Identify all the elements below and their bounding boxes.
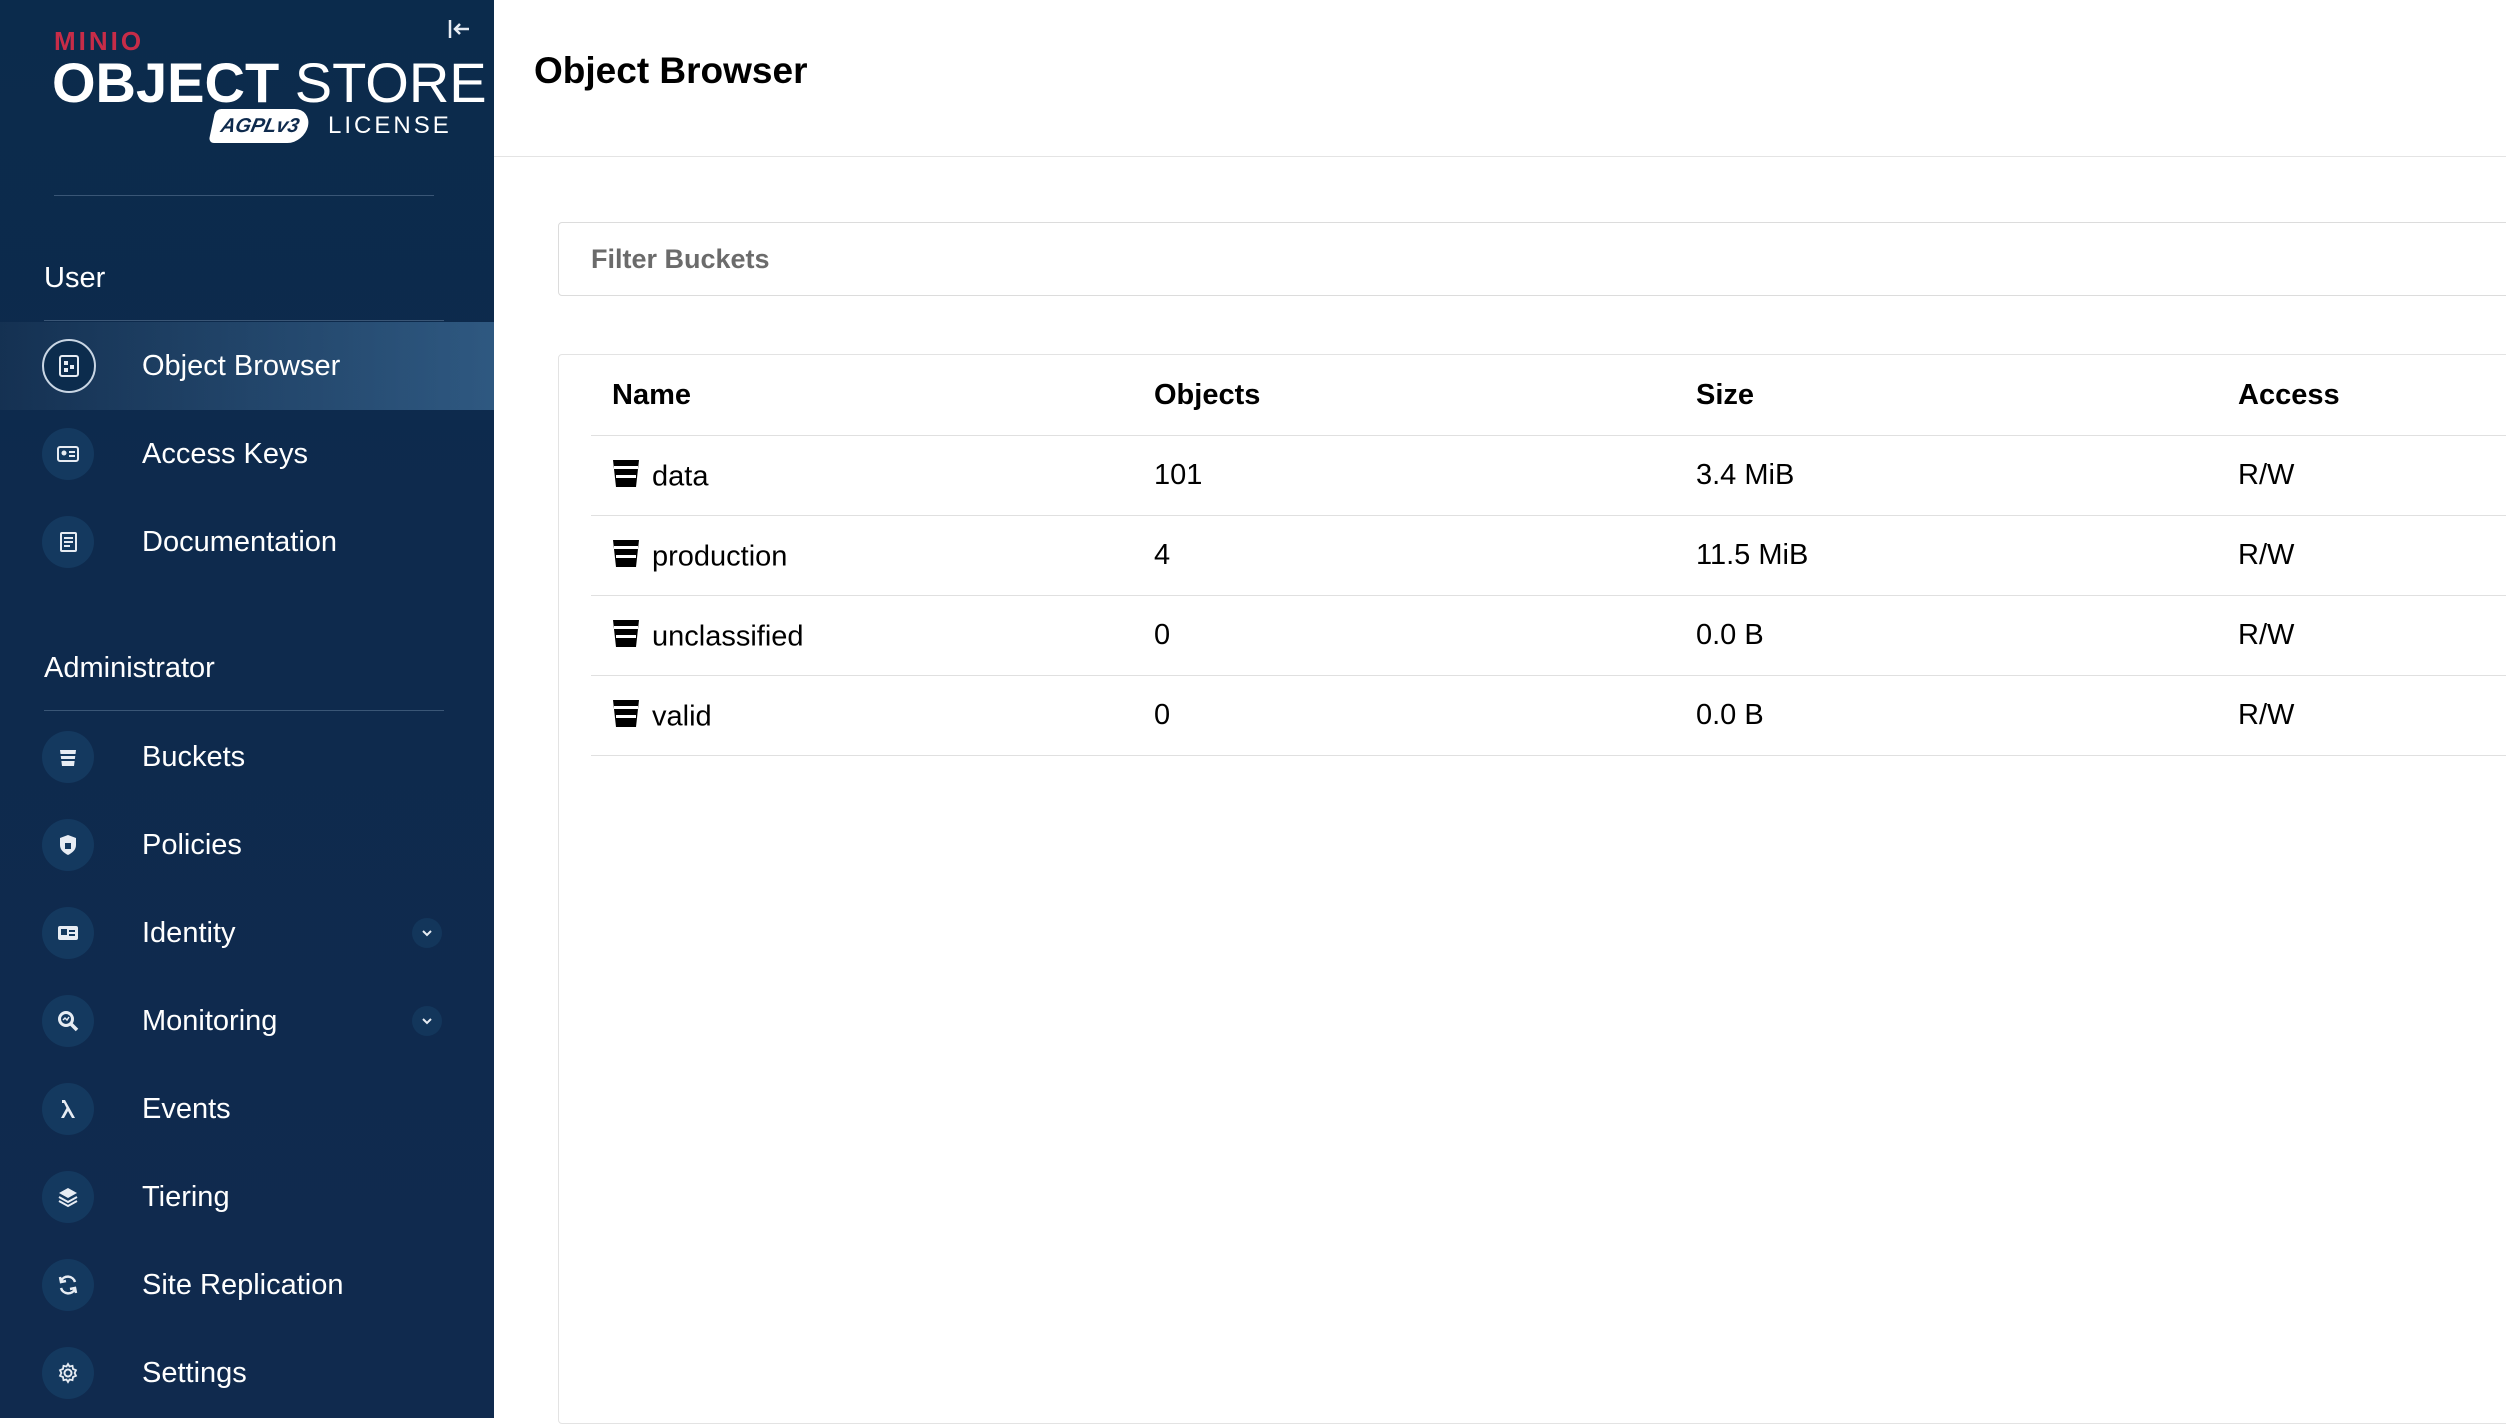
bucket-name-cell[interactable]: production — [612, 515, 787, 595]
bucket-name-cell[interactable]: unclassified — [612, 595, 804, 675]
sidebar-item-label: Settings — [142, 1356, 247, 1389]
buckets-table: Name Objects Size Access data 101 3.4 Mi… — [558, 354, 2506, 1424]
size-cell: 11.5 MiB — [1696, 539, 1809, 571]
access-cell: R/W — [2238, 539, 2295, 571]
table-header: Name Objects Size Access — [591, 355, 2506, 436]
bucket-icon — [613, 620, 639, 648]
objects-cell: 4 — [1154, 539, 1171, 571]
brand-title-bold: OBJECT — [52, 51, 280, 114]
sidebar-item-label: Documentation — [142, 525, 338, 558]
access-cell: R/W — [2238, 619, 2295, 651]
section-label-administrator: Administrator — [44, 652, 215, 684]
bucket-icon — [613, 460, 639, 488]
sidebar-item-site-replication[interactable]: Site Replication — [0, 1241, 494, 1329]
monitoring-icon — [42, 995, 94, 1047]
table-row[interactable]: unclassified 0 0.0 B R/W — [591, 595, 2506, 676]
section-divider-user — [44, 320, 444, 321]
bucket-name: valid — [652, 700, 712, 733]
sidebar-item-label: Tiering — [142, 1180, 230, 1213]
page-header: Object Browser — [494, 0, 2506, 157]
bucket-name-cell[interactable]: data — [612, 435, 708, 515]
layers-icon — [42, 1171, 94, 1223]
table-row[interactable]: production 4 11.5 MiB R/W — [591, 515, 2506, 596]
bucket-icon — [42, 731, 94, 783]
table-row[interactable]: valid 0 0.0 B R/W — [591, 675, 2506, 756]
bucket-icon — [613, 540, 639, 568]
sidebar-item-buckets[interactable]: Buckets — [0, 713, 494, 801]
object-browser-icon — [42, 339, 96, 393]
brand-title-light: STORE — [294, 51, 487, 114]
size-cell: 0.0 B — [1696, 619, 1764, 651]
bucket-name: data — [652, 460, 709, 493]
license-row: AGPLv3 LICENSE — [208, 108, 452, 144]
chevron-down-icon[interactable] — [412, 918, 442, 948]
filter-buckets-input[interactable] — [559, 223, 2506, 295]
shield-icon — [42, 819, 94, 871]
size-cell: 0.0 B — [1696, 699, 1764, 731]
column-header-name[interactable]: Name — [612, 355, 691, 435]
section-divider-admin — [44, 710, 444, 711]
sidebar-item-tiering[interactable]: Tiering — [0, 1153, 494, 1241]
objects-cell: 101 — [1154, 459, 1203, 491]
sidebar-item-access-keys[interactable]: Access Keys — [0, 410, 494, 498]
gear-icon — [42, 1347, 94, 1399]
bucket-name: production — [652, 540, 788, 573]
section-label-user: User — [44, 262, 106, 294]
brand-divider — [54, 195, 434, 196]
column-header-access[interactable]: Access — [2238, 355, 2340, 435]
size-cell: 3.4 MiB — [1696, 459, 1795, 491]
bucket-icon — [613, 700, 639, 728]
sidebar-item-identity[interactable]: Identity — [0, 889, 494, 977]
table-row[interactable]: data 101 3.4 MiB R/W — [591, 435, 2506, 516]
sidebar-item-label: Monitoring — [142, 1004, 278, 1037]
sidebar: MINIO OBJECT STORE AGPLv3 LICENSE User O… — [0, 0, 494, 1418]
brand-title: OBJECT STORE — [52, 50, 487, 115]
objects-cell: 0 — [1154, 699, 1171, 731]
agpl-badge: AGPLv3 — [208, 109, 312, 143]
documentation-icon — [42, 516, 94, 568]
main-content: Object Browser Name Objects Size Access … — [494, 0, 2506, 1424]
page-title: Object Browser — [534, 50, 808, 91]
sidebar-item-label: Events — [142, 1092, 231, 1125]
chevron-down-icon[interactable] — [412, 1006, 442, 1036]
license-label: LICENSE — [328, 112, 452, 139]
sync-icon — [42, 1259, 94, 1311]
sidebar-item-settings[interactable]: Settings — [0, 1329, 494, 1417]
sidebar-item-object-browser[interactable]: Object Browser — [0, 322, 494, 410]
access-cell: R/W — [2238, 459, 2295, 491]
sidebar-item-documentation[interactable]: Documentation — [0, 498, 494, 586]
id-card-icon — [42, 907, 94, 959]
sidebar-item-label: Buckets — [142, 740, 246, 773]
lambda-icon — [42, 1083, 94, 1135]
column-header-objects[interactable]: Objects — [1154, 355, 1260, 435]
access-keys-icon — [42, 428, 94, 480]
sidebar-item-label: Policies — [142, 828, 242, 861]
objects-cell: 0 — [1154, 619, 1171, 651]
column-header-size[interactable]: Size — [1696, 355, 1754, 435]
sidebar-item-label: Object Browser — [142, 349, 341, 382]
filter-buckets-box[interactable] — [558, 222, 2506, 296]
bucket-name-cell[interactable]: valid — [612, 675, 712, 755]
sidebar-item-policies[interactable]: Policies — [0, 801, 494, 889]
access-cell: R/W — [2238, 699, 2295, 731]
sidebar-item-label: Site Replication — [142, 1268, 344, 1301]
sidebar-item-label: Identity — [142, 916, 236, 949]
sidebar-item-events[interactable]: Events — [0, 1065, 494, 1153]
sidebar-item-monitoring[interactable]: Monitoring — [0, 977, 494, 1065]
sidebar-item-label: Access Keys — [142, 437, 308, 470]
bucket-name: unclassified — [652, 620, 804, 653]
collapse-sidebar-icon[interactable] — [444, 16, 474, 46]
